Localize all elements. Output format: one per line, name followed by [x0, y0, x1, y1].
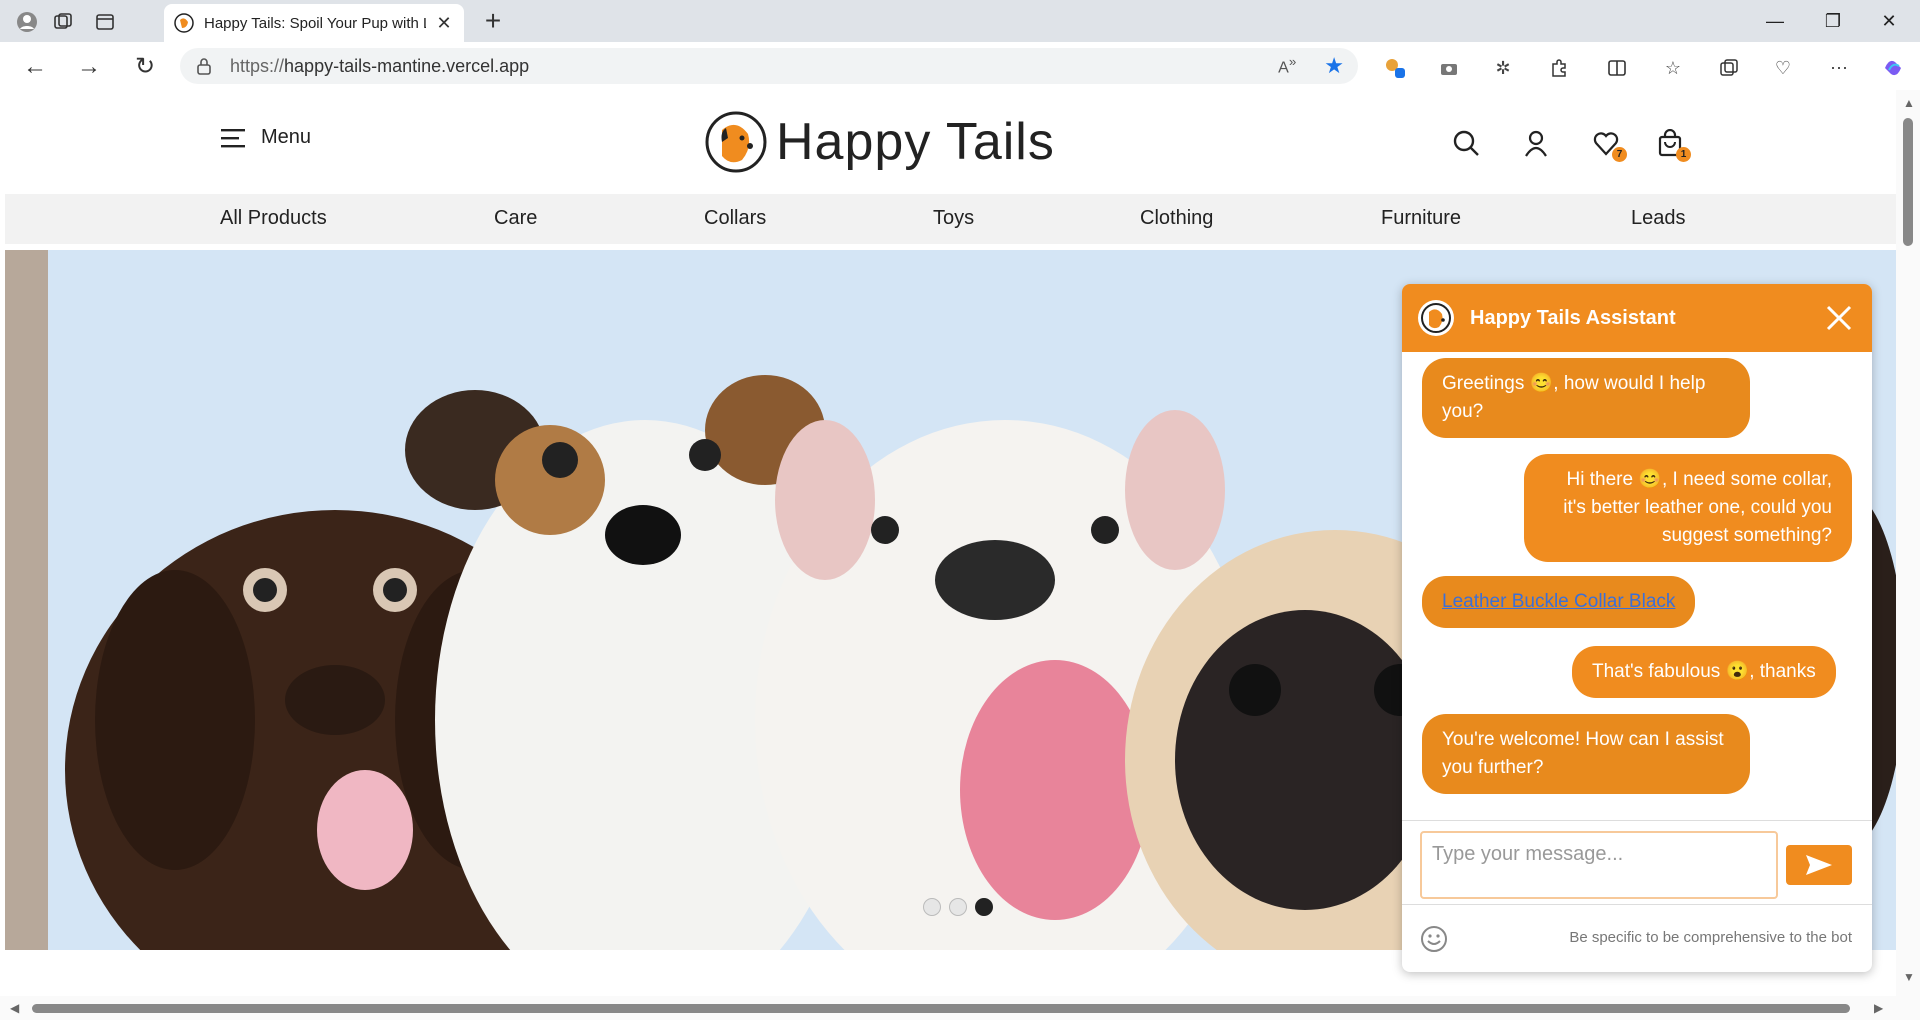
- bot-message: Leather Buckle Collar Black: [1422, 576, 1696, 628]
- product-link[interactable]: Leather Buckle Collar Black: [1442, 591, 1675, 612]
- new-tab-button[interactable]: +: [478, 6, 508, 36]
- brand-logo[interactable]: Happy Tails: [704, 110, 1055, 174]
- scroll-left-icon[interactable]: ◀: [10, 1001, 19, 1015]
- category-all-products[interactable]: All Products: [220, 207, 327, 230]
- extensions-icon[interactable]: [1546, 55, 1572, 81]
- close-tab-icon[interactable]: ✕: [434, 13, 454, 34]
- chat-composer: Type your message...: [1402, 820, 1872, 904]
- message-input[interactable]: Type your message...: [1420, 831, 1778, 899]
- carousel-dot-1[interactable]: [923, 898, 941, 916]
- split-screen-icon[interactable]: [1604, 55, 1630, 81]
- hamburger-icon: [221, 128, 245, 147]
- profile-icon[interactable]: [14, 9, 40, 35]
- emoji-icon[interactable]: [1420, 925, 1448, 953]
- chat-title: Happy Tails Assistant: [1470, 306, 1676, 329]
- category-collars[interactable]: Collars: [704, 207, 766, 230]
- user-message: That's fabulous 😮, thanks: [1572, 646, 1836, 698]
- collections-icon[interactable]: [1716, 55, 1742, 81]
- close-window-button[interactable]: ✕: [1866, 6, 1912, 36]
- vertical-tabs-icon[interactable]: [92, 9, 118, 35]
- bot-message: Greetings 😊, how would I help you?: [1422, 358, 1750, 438]
- vertical-scroll-thumb[interactable]: [1903, 118, 1913, 246]
- account-icon[interactable]: [1519, 126, 1553, 160]
- camera-icon[interactable]: [1436, 55, 1462, 81]
- bug-icon[interactable]: ✲: [1490, 55, 1516, 81]
- active-tab[interactable]: Happy Tails: Spoil Your Pup with L ✕: [164, 4, 464, 42]
- menu-label: Menu: [261, 126, 312, 148]
- url-text: https://happy-tails-mantine.vercel.app: [230, 55, 530, 76]
- close-chat-icon[interactable]: [1822, 301, 1856, 335]
- assistant-avatar: [1418, 300, 1454, 336]
- more-options-icon[interactable]: ⋯: [1826, 55, 1852, 81]
- send-button[interactable]: [1786, 845, 1852, 885]
- chat-widget: Happy Tails Assistant Greetings 😊, how w…: [1402, 284, 1872, 972]
- category-clothing[interactable]: Clothing: [1140, 207, 1213, 230]
- minimize-button[interactable]: —: [1752, 6, 1798, 36]
- copilot-extension-icon[interactable]: [1382, 55, 1408, 81]
- menu-button[interactable]: Menu: [221, 126, 311, 149]
- browser-tab-bar: Happy Tails: Spoil Your Pup with L ✕ + —…: [0, 0, 1920, 42]
- site-header: Menu Happy Tails 7 1: [5, 90, 1901, 194]
- carousel-dot-2[interactable]: [949, 898, 967, 916]
- back-button[interactable]: ←: [20, 52, 50, 82]
- browser-essentials-icon[interactable]: ♡: [1770, 55, 1796, 81]
- favorites-icon[interactable]: ☆: [1660, 55, 1686, 81]
- chat-header: Happy Tails Assistant: [1402, 284, 1872, 352]
- scroll-down-icon[interactable]: ▼: [1903, 970, 1915, 984]
- cart-count-badge: 1: [1676, 147, 1691, 162]
- favorite-star-icon[interactable]: ★: [1324, 53, 1344, 79]
- copilot-icon[interactable]: [1880, 55, 1906, 81]
- dog-logo-icon: [705, 111, 767, 173]
- scroll-right-icon[interactable]: ▶: [1874, 1001, 1883, 1015]
- wishlist-heart-icon[interactable]: 7: [1589, 126, 1627, 162]
- forward-button[interactable]: →: [74, 52, 104, 82]
- user-message: Hi there 😊, I need some collar, it's bet…: [1524, 454, 1852, 562]
- chat-footer: Be specific to be comprehensive to the b…: [1402, 904, 1872, 972]
- chat-hint: Be specific to be comprehensive to the b…: [1569, 929, 1852, 946]
- tab-title: Happy Tails: Spoil Your Pup with L: [204, 14, 426, 32]
- category-toys[interactable]: Toys: [933, 207, 974, 230]
- category-care[interactable]: Care: [494, 207, 537, 230]
- wishlist-count-badge: 7: [1612, 147, 1627, 162]
- horizontal-scrollbar[interactable]: ◀ ▶: [0, 996, 1920, 1020]
- carousel-dots: [923, 898, 993, 916]
- carousel-dot-3[interactable]: [975, 898, 993, 916]
- refresh-button[interactable]: ↻: [130, 52, 160, 82]
- search-icon[interactable]: [1449, 126, 1483, 160]
- workspaces-icon[interactable]: [50, 9, 76, 35]
- scroll-up-icon[interactable]: ▲: [1903, 96, 1915, 110]
- chat-messages: Greetings 😊, how would I help you? Hi th…: [1402, 352, 1872, 804]
- cart-bag-icon[interactable]: 1: [1653, 126, 1691, 162]
- category-furniture[interactable]: Furniture: [1381, 207, 1461, 230]
- address-bar[interactable]: https://happy-tails-mantine.vercel.app A…: [180, 48, 1358, 84]
- brand-name: Happy Tails: [776, 113, 1055, 171]
- bot-message: You're welcome! How can I assist you fur…: [1422, 714, 1750, 794]
- tab-favicon-icon: [174, 13, 194, 33]
- read-aloud-icon[interactable]: A»: [1278, 54, 1296, 77]
- lock-icon: [197, 58, 211, 75]
- category-leads[interactable]: Leads: [1631, 207, 1686, 230]
- category-nav: All Products Care Collars Toys Clothing …: [5, 194, 1901, 244]
- send-icon: [1806, 855, 1832, 875]
- dog-logo-icon: [1421, 303, 1451, 333]
- horizontal-scroll-thumb[interactable]: [32, 1004, 1850, 1013]
- vertical-scrollbar[interactable]: ▲ ▼: [1896, 90, 1920, 998]
- browser-toolbar: ← → ↻ https://happy-tails-mantine.vercel…: [0, 42, 1920, 90]
- restore-button[interactable]: ❐: [1810, 6, 1856, 36]
